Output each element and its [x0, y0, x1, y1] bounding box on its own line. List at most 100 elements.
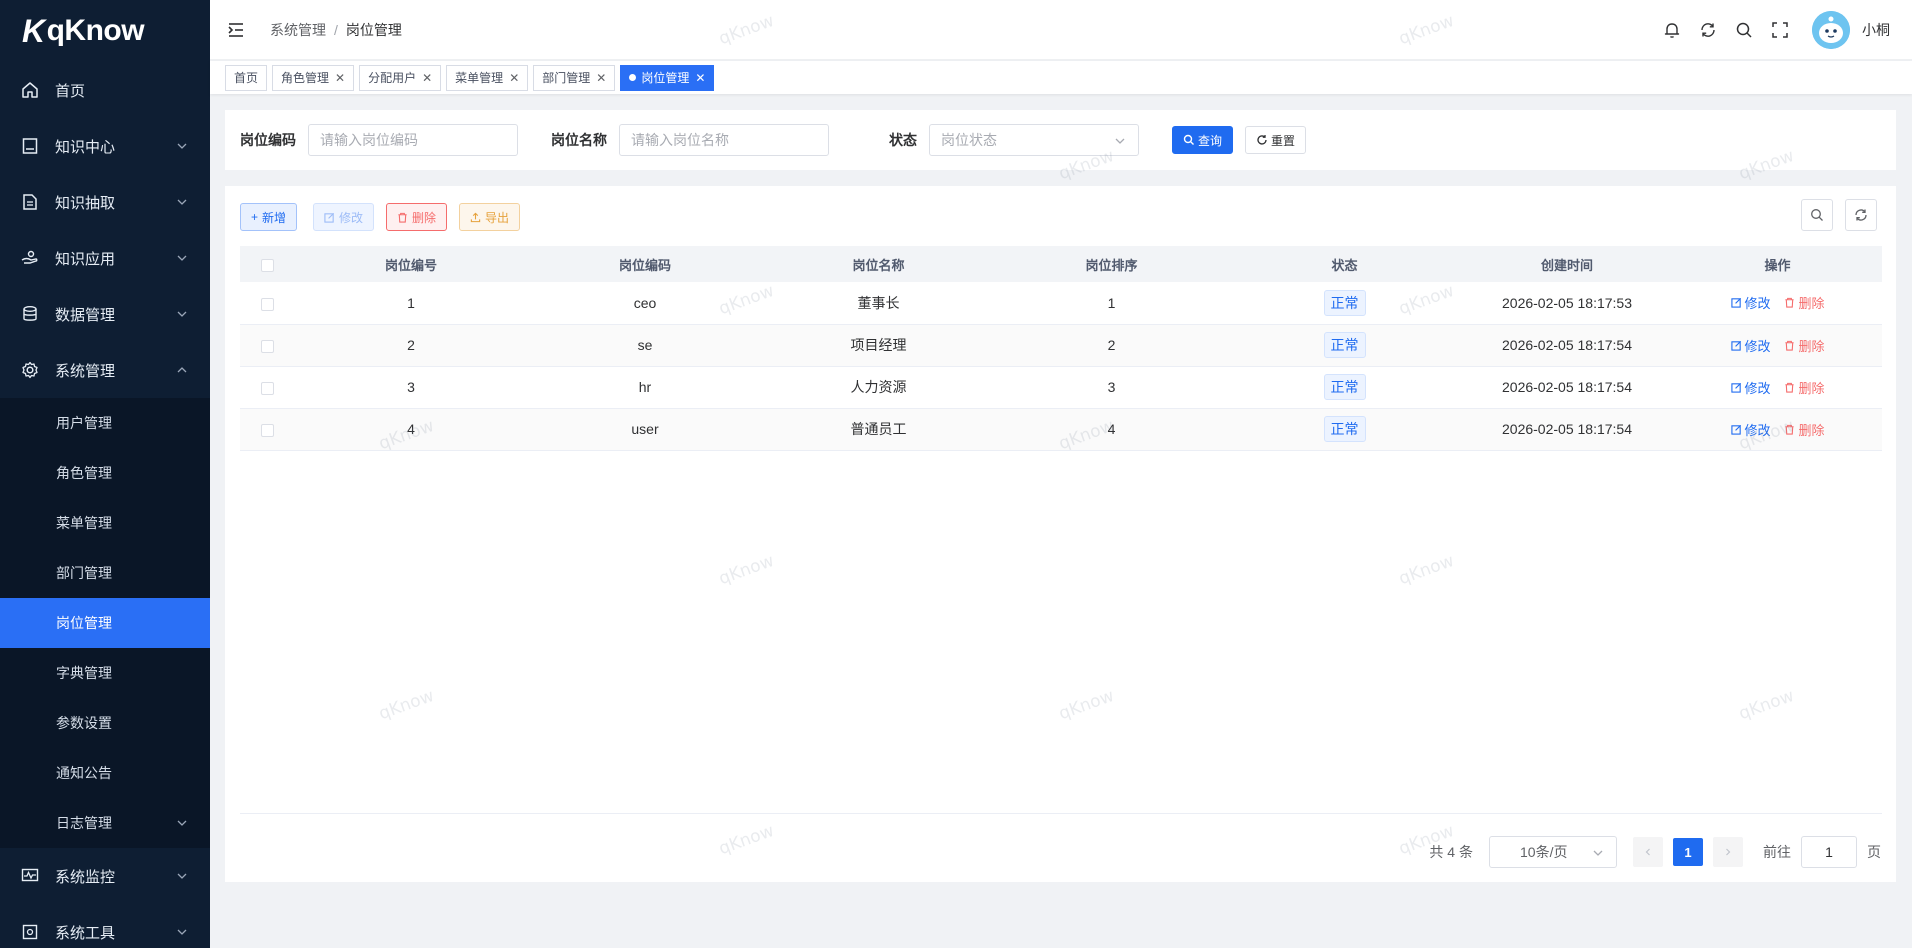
row-edit-link[interactable]: 修改: [1730, 293, 1771, 312]
column-header: 岗位编号: [294, 246, 528, 282]
row-delete-label: 删除: [1798, 380, 1825, 396]
post-name-cell: 项目经理: [762, 324, 995, 367]
tag-posts[interactable]: 岗位管理 ✕: [620, 64, 715, 91]
reset-button[interactable]: 重置: [1245, 126, 1307, 154]
row-delete-link[interactable]: 删除: [1784, 336, 1824, 355]
status-label: 状态: [889, 132, 917, 148]
post-sort-cell: 4: [995, 408, 1228, 451]
chevron-down-icon: [177, 820, 187, 826]
sidebar-subitem-notices[interactable]: 通知公告: [0, 748, 210, 798]
sidebar-subitem-label: 日志管理: [56, 815, 112, 831]
toggle-search-button[interactable]: [1801, 199, 1833, 231]
column-header: 岗位排序: [995, 246, 1228, 282]
header-actions: 小桐: [1646, 0, 1890, 60]
row-edit-link[interactable]: 修改: [1730, 420, 1771, 439]
refresh-table-button[interactable]: [1845, 199, 1877, 231]
chevron-right-icon: [1726, 848, 1731, 856]
close-icon[interactable]: ✕: [695, 71, 705, 85]
gear-icon: [20, 360, 40, 380]
app-logo: K qKnow: [0, 0, 210, 62]
row-checkbox[interactable]: [260, 381, 274, 395]
system-submenu: 用户管理 角色管理 菜单管理 部门管理 岗位管理 字典管理 参数设置 通知公告 …: [0, 398, 210, 848]
sidebar-item-label: 系统管理: [55, 362, 116, 380]
add-button[interactable]: + 新增: [240, 203, 298, 231]
sidebar: K qKnow 首页 知识中心 知识抽取 知识应用 数据管理 系统管理 用户管理…: [0, 0, 210, 948]
sidebar-subitem-logs[interactable]: 日志管理: [0, 798, 210, 848]
sidebar-subitem-posts[interactable]: 岗位管理: [0, 598, 210, 648]
sidebar-subitem-users[interactable]: 用户管理: [0, 398, 210, 448]
bell-icon[interactable]: [1662, 20, 1682, 40]
refresh-icon[interactable]: [1698, 20, 1718, 40]
row-edit-link[interactable]: 修改: [1730, 378, 1771, 397]
sidebar-item-system-tools[interactable]: 系统工具: [0, 904, 210, 948]
refresh-icon: [1855, 209, 1867, 221]
sidebar-item-label: 知识应用: [55, 250, 116, 268]
row-delete-label: 删除: [1798, 338, 1825, 354]
search-icon: [1811, 209, 1823, 221]
tag-home[interactable]: 首页: [225, 64, 268, 91]
search-icon[interactable]: [1734, 20, 1754, 40]
edit-button-label: 修改: [339, 210, 364, 225]
post-code-input[interactable]: 请输入岗位编码: [308, 124, 518, 156]
document-icon: [20, 192, 40, 212]
select-all-checkbox[interactable]: [260, 258, 274, 272]
close-icon[interactable]: ✕: [596, 71, 606, 85]
fullscreen-icon[interactable]: [1770, 20, 1790, 40]
prev-page-button[interactable]: [1633, 837, 1663, 867]
close-icon[interactable]: ✕: [335, 71, 345, 85]
row-checkbox[interactable]: [260, 423, 274, 437]
close-icon[interactable]: ✕: [422, 71, 432, 85]
row-delete-link[interactable]: 删除: [1784, 293, 1824, 312]
avatar[interactable]: [1812, 11, 1850, 49]
post-name-input[interactable]: 请输入岗位名称: [619, 124, 829, 156]
sidebar-item-system-monitor[interactable]: 系统监控: [0, 848, 210, 904]
sidebar-subitem-menus[interactable]: 菜单管理: [0, 498, 210, 548]
sidebar-item-data-management[interactable]: 数据管理: [0, 286, 210, 342]
row-checkbox[interactable]: [260, 339, 274, 353]
row-edit-link[interactable]: 修改: [1730, 336, 1771, 355]
export-button[interactable]: 导出: [459, 203, 521, 231]
delete-button[interactable]: 删除: [386, 203, 448, 231]
close-icon[interactable]: ✕: [509, 71, 519, 85]
next-page-button[interactable]: [1713, 837, 1743, 867]
book-icon: [20, 136, 40, 156]
sidebar-subitem-dictionary[interactable]: 字典管理: [0, 648, 210, 698]
query-button[interactable]: 查询: [1172, 126, 1234, 154]
row-checkbox[interactable]: [260, 297, 274, 311]
sidebar-item-label: 知识抽取: [55, 194, 116, 212]
edit-button[interactable]: 修改: [313, 203, 375, 231]
sidebar-subitem-departments[interactable]: 部门管理: [0, 548, 210, 598]
sidebar-subitem-parameters[interactable]: 参数设置: [0, 698, 210, 748]
row-delete-link[interactable]: 删除: [1784, 378, 1824, 397]
logo-text: qKnow: [46, 14, 145, 47]
breadcrumb-item[interactable]: 系统管理: [270, 20, 326, 40]
tag-departments[interactable]: 部门管理 ✕: [533, 64, 616, 91]
trash-icon: [1785, 298, 1795, 308]
sidebar-item-knowledge-app[interactable]: 知识应用: [0, 230, 210, 286]
upload-icon: [470, 212, 481, 222]
status-badge: 正常: [1323, 332, 1366, 358]
tag-roles[interactable]: 角色管理 ✕: [272, 64, 355, 91]
tag-assign-users[interactable]: 分配用户 ✕: [359, 64, 442, 91]
status-badge: 正常: [1323, 416, 1366, 442]
sidebar-item-system-management[interactable]: 系统管理: [0, 342, 210, 398]
username[interactable]: 小桐: [1862, 20, 1890, 40]
goto-page-input[interactable]: 1: [1801, 836, 1857, 868]
page-number-current[interactable]: 1: [1673, 838, 1703, 866]
post-id-cell: 3: [294, 366, 528, 409]
monitor-icon: [20, 866, 40, 886]
row-edit-label: 修改: [1744, 422, 1771, 438]
menu-fold-icon[interactable]: [226, 20, 246, 40]
database-icon: [20, 304, 40, 324]
sidebar-item-knowledge-extract[interactable]: 知识抽取: [0, 174, 210, 230]
row-delete-label: 删除: [1798, 296, 1825, 312]
column-header: 操作: [1673, 246, 1882, 282]
tag-menus[interactable]: 菜单管理 ✕: [446, 64, 529, 91]
sidebar-item-home[interactable]: 首页: [0, 62, 210, 118]
status-select[interactable]: 岗位状态: [929, 124, 1139, 156]
created-time-cell: 2026-02-05 18:17:54: [1461, 324, 1673, 367]
page-size-select[interactable]: 10条/页: [1489, 836, 1617, 868]
row-delete-link[interactable]: 删除: [1784, 420, 1824, 439]
sidebar-subitem-roles[interactable]: 角色管理: [0, 448, 210, 498]
sidebar-item-knowledge-center[interactable]: 知识中心: [0, 118, 210, 174]
